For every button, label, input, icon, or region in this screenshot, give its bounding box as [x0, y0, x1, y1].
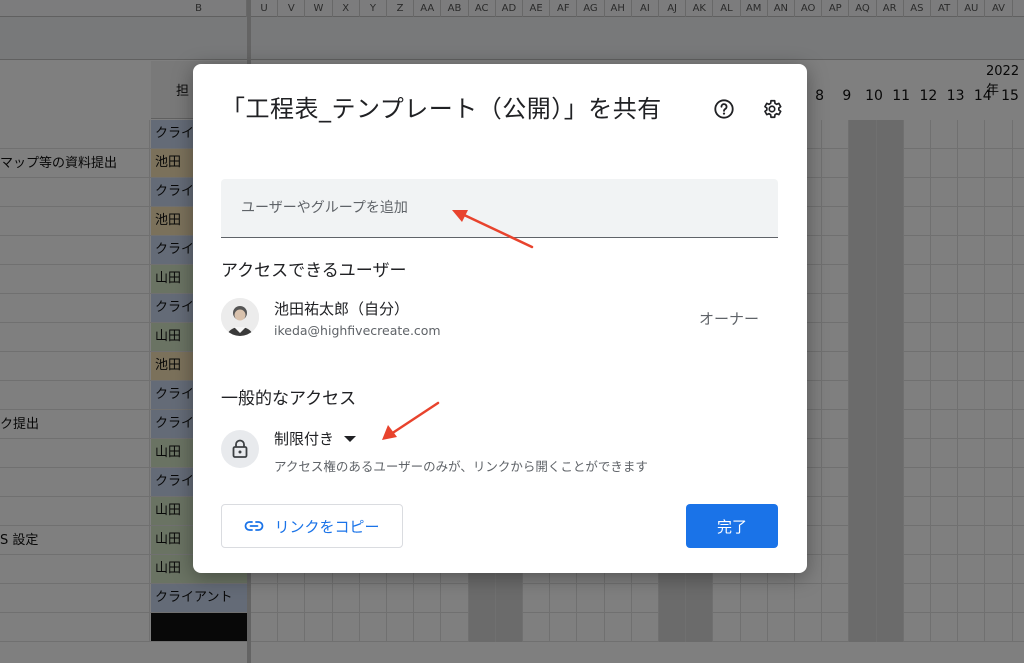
done-button[interactable]: 完了 — [686, 504, 778, 548]
help-circle-icon[interactable] — [711, 96, 737, 122]
owner-email: ikeda@highfivecreate.com — [274, 323, 441, 338]
general-access-description: アクセス権のあるユーザーのみが、リンクから開くことができます — [274, 459, 648, 474]
general-access-dropdown[interactable]: 制限付き — [274, 428, 357, 449]
share-dialog: 「工程表_テンプレート（公開）」を共有 アクセスできるユーザー 池田祐太郎（自分… — [193, 64, 807, 573]
gear-icon[interactable] — [759, 96, 785, 122]
general-access-title: 一般的なアクセス — [221, 389, 357, 409]
owner-name: 池田祐太郎（自分） — [274, 300, 410, 318]
owner-role: オーナー — [699, 310, 760, 328]
dialog-title: 「工程表_テンプレート（公開）」を共有 — [221, 95, 662, 123]
copy-link-label: リンクをコピー — [274, 517, 380, 536]
people-section-title: アクセスできるユーザー — [221, 261, 407, 281]
add-people-input[interactable] — [221, 179, 778, 238]
general-access-level: 制限付き — [274, 430, 335, 448]
link-icon — [244, 517, 264, 536]
copy-link-button[interactable]: リンクをコピー — [221, 504, 403, 548]
done-label: 完了 — [716, 518, 747, 536]
caret-down-icon — [344, 435, 357, 442]
avatar — [221, 298, 259, 336]
lock-icon — [221, 430, 259, 468]
